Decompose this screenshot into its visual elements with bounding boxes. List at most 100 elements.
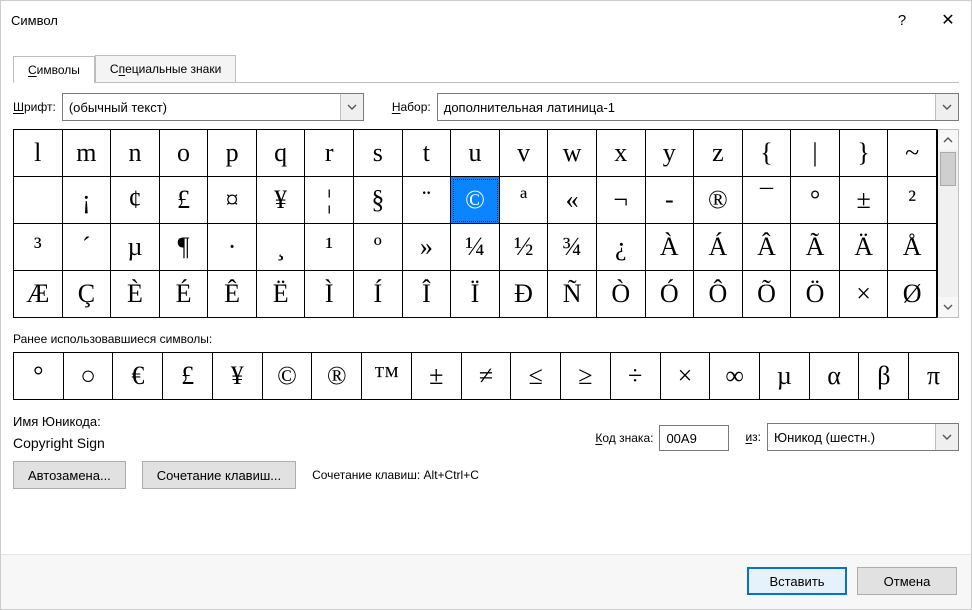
symbol-cell[interactable]: l: [14, 130, 63, 177]
grid-scrollbar[interactable]: [937, 129, 959, 318]
from-dropdown-button[interactable]: [935, 424, 958, 450]
symbol-cell[interactable]: r: [305, 130, 354, 177]
symbol-cell[interactable]: }: [840, 130, 889, 177]
recent-symbol-cell[interactable]: ÷: [611, 353, 661, 399]
autocorrect-button[interactable]: Автозамена...: [13, 461, 126, 489]
symbol-cell[interactable]: ¿: [597, 224, 646, 271]
symbol-cell[interactable]: ¼: [451, 224, 500, 271]
symbol-cell[interactable]: Å: [888, 224, 937, 271]
symbol-cell[interactable]: Ê: [208, 271, 257, 317]
symbol-cell[interactable]: Î: [403, 271, 452, 317]
symbol-cell[interactable]: u: [451, 130, 500, 177]
symbol-cell[interactable]: ·: [208, 224, 257, 271]
recent-symbol-cell[interactable]: °: [14, 353, 64, 399]
symbol-cell[interactable]: Í: [354, 271, 403, 317]
recent-symbol-cell[interactable]: ≤: [511, 353, 561, 399]
symbol-cell[interactable]: Ë: [257, 271, 306, 317]
symbol-cell[interactable]: ¢: [111, 177, 160, 224]
symbol-cell[interactable]: w: [548, 130, 597, 177]
font-dropdown-button[interactable]: [340, 94, 363, 120]
shortcut-key-button[interactable]: Сочетание клавиш...: [142, 461, 296, 489]
symbol-cell[interactable]: Ñ: [548, 271, 597, 317]
symbol-cell[interactable]: Â: [743, 224, 792, 271]
symbol-cell[interactable]: n: [111, 130, 160, 177]
symbol-cell[interactable]: Ã: [791, 224, 840, 271]
symbol-cell[interactable]: ¤: [208, 177, 257, 224]
symbol-grid[interactable]: lmnopqrstuvwxyz{|}~ ¡¢£¤¥¦§¨©ª«¬-®¯°±²³´…: [13, 129, 937, 318]
recent-symbol-cell[interactable]: ≠: [462, 353, 512, 399]
recent-symbol-cell[interactable]: £: [163, 353, 213, 399]
scroll-down-button[interactable]: [938, 297, 958, 317]
recent-symbols[interactable]: °○€£¥©®™±≠≤≥÷×∞µαβπ: [13, 352, 959, 400]
symbol-cell[interactable]: ¥: [257, 177, 306, 224]
symbol-cell[interactable]: ³: [14, 224, 63, 271]
recent-symbol-cell[interactable]: ∞: [710, 353, 760, 399]
symbol-cell[interactable]: Ó: [646, 271, 695, 317]
recent-symbol-cell[interactable]: β: [859, 353, 909, 399]
symbol-cell[interactable]: ²: [888, 177, 937, 224]
symbol-cell[interactable]: Ì: [305, 271, 354, 317]
symbol-cell[interactable]: É: [160, 271, 209, 317]
symbol-cell[interactable]: t: [403, 130, 452, 177]
symbol-cell[interactable]: ¡: [63, 177, 112, 224]
symbol-cell[interactable]: z: [694, 130, 743, 177]
recent-symbol-cell[interactable]: ¥: [213, 353, 263, 399]
recent-symbol-cell[interactable]: ©: [263, 353, 313, 399]
symbol-cell[interactable]: ±: [840, 177, 889, 224]
help-button[interactable]: ?: [879, 1, 925, 39]
symbol-cell[interactable]: Ç: [63, 271, 112, 317]
symbol-cell[interactable]: ~: [888, 130, 937, 177]
symbol-cell[interactable]: È: [111, 271, 160, 317]
symbol-cell[interactable]: §: [354, 177, 403, 224]
symbol-cell[interactable]: ¾: [548, 224, 597, 271]
recent-symbol-cell[interactable]: ≥: [561, 353, 611, 399]
tab-symbols[interactable]: Символы: [13, 56, 95, 83]
symbol-cell[interactable]: Õ: [743, 271, 792, 317]
symbol-cell[interactable]: ¹: [305, 224, 354, 271]
symbol-cell[interactable]: Ô: [694, 271, 743, 317]
symbol-cell[interactable]: ¶: [160, 224, 209, 271]
symbol-cell[interactable]: ¬: [597, 177, 646, 224]
symbol-cell[interactable]: Ò: [597, 271, 646, 317]
symbol-cell[interactable]: ´: [63, 224, 112, 271]
symbol-cell[interactable]: o: [160, 130, 209, 177]
close-button[interactable]: ✕: [925, 1, 971, 39]
recent-symbol-cell[interactable]: ○: [64, 353, 114, 399]
recent-symbol-cell[interactable]: π: [909, 353, 958, 399]
symbol-cell[interactable]: x: [597, 130, 646, 177]
subset-combo[interactable]: дополнительная латиница-1: [437, 93, 959, 121]
symbol-cell[interactable]: Ö: [791, 271, 840, 317]
symbol-cell[interactable]: ½: [500, 224, 549, 271]
symbol-cell[interactable]: [14, 177, 63, 224]
recent-symbol-cell[interactable]: α: [810, 353, 860, 399]
scroll-up-button[interactable]: [938, 130, 958, 150]
symbol-cell[interactable]: »: [403, 224, 452, 271]
font-combo[interactable]: [62, 93, 364, 121]
recent-symbol-cell[interactable]: ®: [312, 353, 362, 399]
symbol-cell[interactable]: s: [354, 130, 403, 177]
symbol-cell[interactable]: Ä: [840, 224, 889, 271]
symbol-cell[interactable]: y: [646, 130, 695, 177]
symbol-cell[interactable]: ®: [694, 177, 743, 224]
tab-special-chars[interactable]: Специальные знаки: [95, 55, 236, 82]
symbol-cell[interactable]: m: [63, 130, 112, 177]
cancel-button[interactable]: Отмена: [857, 567, 957, 595]
symbol-cell[interactable]: |: [791, 130, 840, 177]
symbol-cell[interactable]: p: [208, 130, 257, 177]
scroll-track[interactable]: [938, 150, 958, 297]
symbol-cell[interactable]: v: [500, 130, 549, 177]
recent-symbol-cell[interactable]: ±: [412, 353, 462, 399]
scroll-thumb[interactable]: [940, 152, 956, 186]
recent-symbol-cell[interactable]: ×: [661, 353, 711, 399]
symbol-cell[interactable]: ª: [500, 177, 549, 224]
symbol-cell[interactable]: ¨: [403, 177, 452, 224]
symbol-cell[interactable]: -: [646, 177, 695, 224]
symbol-cell[interactable]: Á: [694, 224, 743, 271]
symbol-cell[interactable]: ×: [840, 271, 889, 317]
symbol-cell[interactable]: £: [160, 177, 209, 224]
symbol-cell[interactable]: °: [791, 177, 840, 224]
subset-dropdown-button[interactable]: [935, 94, 958, 120]
symbol-cell[interactable]: Æ: [14, 271, 63, 317]
recent-symbol-cell[interactable]: µ: [760, 353, 810, 399]
from-combo[interactable]: Юникод (шестн.): [767, 423, 959, 451]
